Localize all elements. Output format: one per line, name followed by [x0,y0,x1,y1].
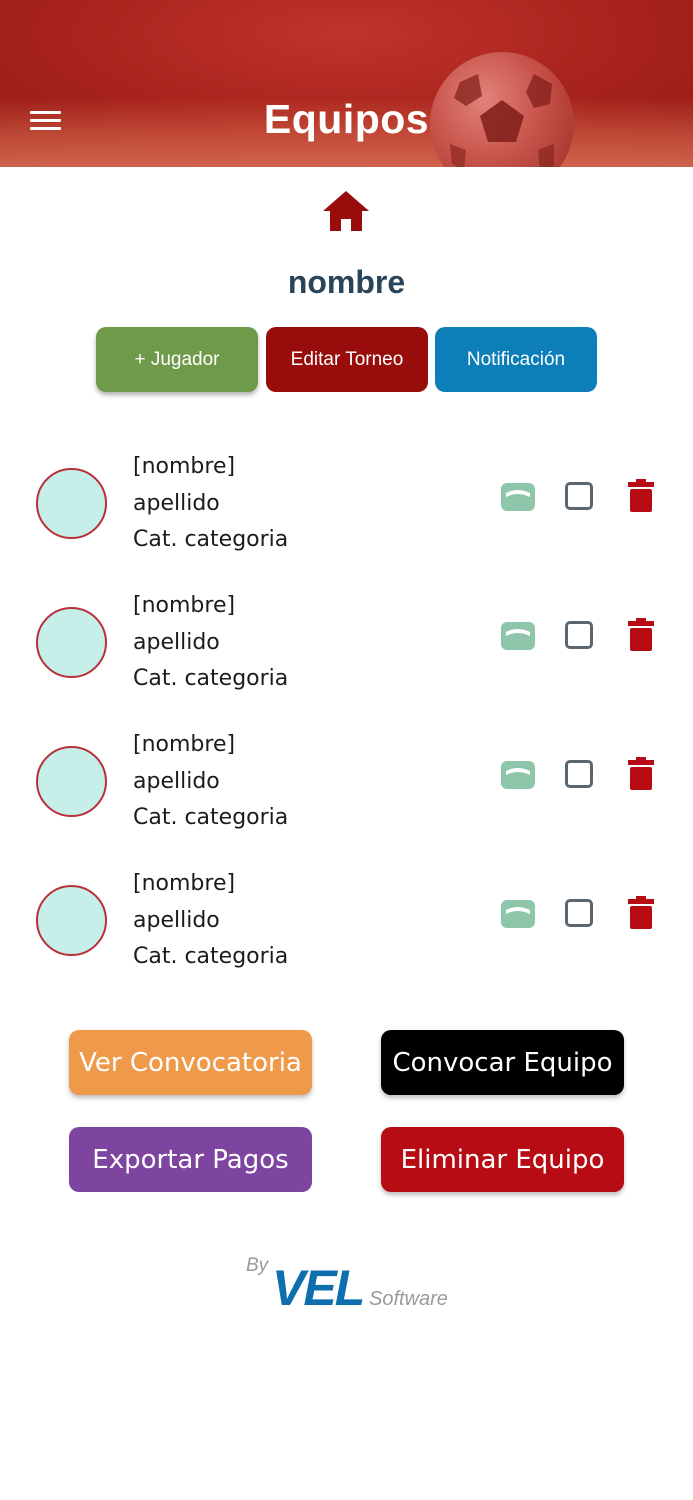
edit-tournament-button[interactable]: Editar Torneo [266,327,428,392]
logo-by-text: By [246,1255,269,1276]
logo-brand-text: VEL [272,1260,365,1316]
player-name: [nombre] [133,454,236,479]
vel-software-logo: By VEL Software [246,1255,456,1316]
team-name: nombre [287,264,406,300]
delete-team-button[interactable]: Eliminar Equipo [381,1127,624,1192]
app-header: Equipos [0,0,693,167]
player-name: [nombre] [133,593,236,618]
player-avatar [36,746,107,817]
player-category: Cat. categoria [133,666,289,691]
convocation-checkbox[interactable] [565,760,593,788]
player-name: [nombre] [133,871,236,896]
player-avatar [36,885,107,956]
convocation-checkbox[interactable] [565,621,593,649]
page-title: Equipos [263,96,430,142]
payment-card-icon[interactable] [501,900,535,928]
delete-player-icon[interactable] [628,618,654,651]
notification-button[interactable]: Notificación [435,327,597,392]
player-avatar [36,468,107,539]
player-last-name: apellido [133,630,220,655]
player-category: Cat. categoria [133,944,289,969]
delete-player-icon[interactable] [628,757,654,790]
player-row: [nombre] apellido Cat. categoria [0,871,693,991]
player-category: Cat. categoria [133,805,289,830]
export-payments-button[interactable]: Exportar Pagos [69,1127,312,1192]
player-avatar [36,607,107,678]
convocation-checkbox[interactable] [565,482,593,510]
view-call-button[interactable]: Ver Convocatoria [69,1030,312,1095]
logo-software-text: Software [369,1288,448,1310]
delete-player-icon[interactable] [628,479,654,512]
delete-player-icon[interactable] [628,896,654,929]
player-name: [nombre] [133,732,236,757]
payment-card-icon[interactable] [501,483,535,511]
player-row: [nombre] apellido Cat. categoria [0,593,693,713]
player-last-name: apellido [133,491,220,516]
add-player-button[interactable]: + Jugador [96,327,258,392]
player-row: [nombre] apellido Cat. categoria [0,732,693,852]
player-last-name: apellido [133,769,220,794]
player-row: [nombre] apellido Cat. categoria [0,454,693,574]
convocation-checkbox[interactable] [565,899,593,927]
payment-card-icon[interactable] [501,761,535,789]
player-last-name: apellido [133,908,220,933]
call-team-button[interactable]: Convocar Equipo [381,1030,624,1095]
home-icon[interactable] [321,189,371,233]
payment-card-icon[interactable] [501,622,535,650]
player-category: Cat. categoria [133,527,289,552]
